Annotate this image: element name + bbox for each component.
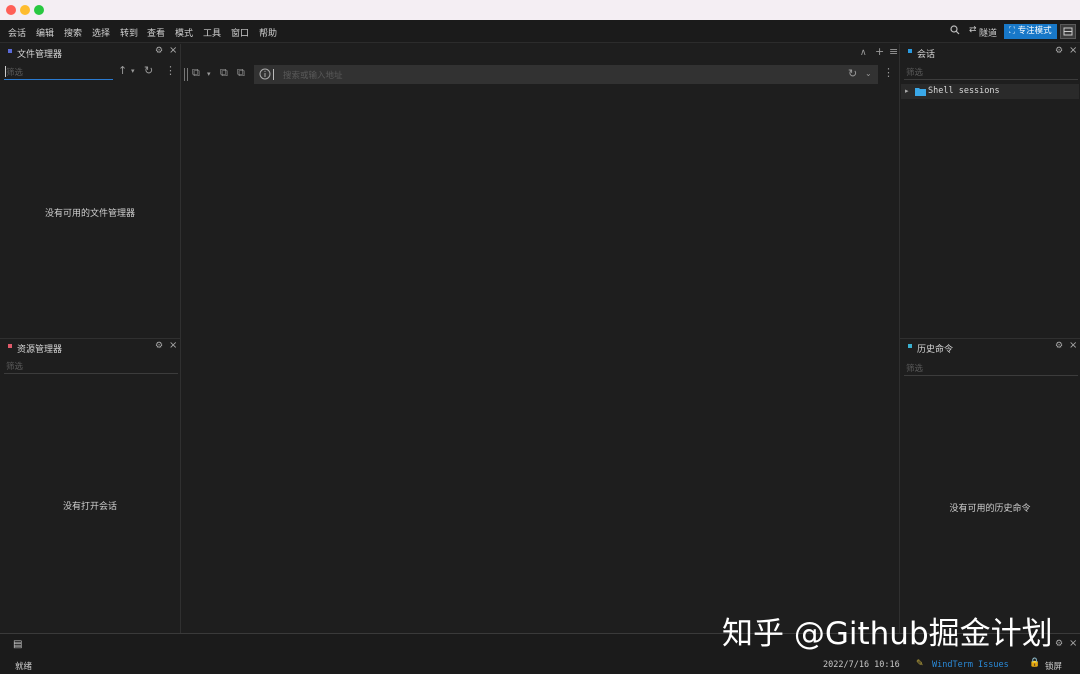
resource-manager-panel: 资源管理器 ⚙ × 筛选 没有打开会话 [0,339,180,633]
file-filter-input[interactable]: 筛选 [6,66,23,78]
tree-item-shell-sessions[interactable]: ▸ Shell sessions [901,84,1079,99]
panel-marker-icon [8,344,12,348]
close-icon[interactable]: × [169,340,177,351]
gear-icon[interactable]: ⚙ [1055,639,1063,649]
focus-mode-button[interactable]: ⛶ 专注模式 [1004,24,1057,39]
file-manager-title: 文件管理器 [17,50,63,60]
drag-handle-icon[interactable] [184,68,188,81]
resource-manager-empty-text: 没有打开会话 [62,502,117,512]
close-window-button[interactable] [6,5,16,15]
menu-window[interactable]: 窗口 [231,26,249,39]
tree-item-label: Shell sessions [928,86,1000,96]
layout-icon [1063,27,1073,36]
duplicate-icon[interactable]: ⧉ [237,67,245,79]
issues-icon: ✎ [916,659,924,669]
history-panel: 历史命令 ⚙ × 筛选 没有可用的历史命令 [900,339,1080,633]
chevron-down-icon[interactable]: ▾ [207,68,211,80]
history-filter-input[interactable]: 筛选 [906,362,923,374]
text-cursor [273,69,274,80]
zoom-window-button[interactable] [34,5,44,15]
tabs-menu-icon[interactable]: ≡ [889,46,898,58]
lock-screen-button[interactable]: 锁屏 [1045,660,1062,672]
folder-icon [915,87,926,99]
history-title: 历史命令 [917,345,954,355]
issues-link[interactable]: WindTerm Issues [932,660,1009,670]
gear-icon[interactable]: ⚙ [155,46,163,56]
menu-tools[interactable]: 工具 [203,26,221,39]
more-icon[interactable]: ⋮ [165,65,176,77]
focus-mode-label: 专注模式 [1017,26,1052,36]
panel-marker-icon [8,49,12,53]
menu-session[interactable]: 会话 [8,26,26,39]
more-icon[interactable]: ⋮ [883,67,894,79]
close-icon[interactable]: × [1069,638,1077,649]
filter-underline [4,79,113,80]
menu-mode[interactable]: 模式 [175,26,193,39]
focus-icon: ⛶ [1009,26,1018,36]
panel-marker-icon [908,344,912,348]
gear-icon[interactable]: ⚙ [1055,46,1063,56]
refresh-icon[interactable]: ↻ [144,65,153,77]
close-icon[interactable]: × [1069,340,1077,351]
title-bar [0,0,1080,20]
status-ready: 就绪 [15,662,33,672]
menu-goto[interactable]: 转到 [120,26,138,39]
minimize-window-button[interactable] [20,5,30,15]
filter-underline [4,373,178,374]
chevron-down-icon[interactable]: ⌄ [865,68,872,80]
up-arrow-icon[interactable]: ↑ [118,65,127,77]
tunnel-button[interactable]: 隧道 [979,26,997,39]
watermark: 知乎 @Github掘金计划 [722,616,1053,652]
status-datetime: 2022/7/16 10:16 [823,660,900,670]
address-input[interactable]: 搜索或输入地址 [283,69,343,81]
menu-select[interactable]: 选择 [92,26,110,39]
collapse-icon[interactable]: ∧ [860,47,867,59]
menu-bar: 会话 编辑 搜索 选择 转到 查看 模式 工具 窗口 帮助 ⇄ 隧道 ⛶ 专注模… [0,20,1080,43]
gear-icon[interactable]: ⚙ [155,341,163,351]
resource-filter-input[interactable]: 筛选 [6,360,23,372]
menu-edit[interactable]: 编辑 [36,26,54,39]
panel-marker-icon [908,49,912,53]
menu-help[interactable]: 帮助 [259,26,277,39]
layout-toggle-button[interactable] [1060,24,1076,39]
filter-underline [904,375,1078,376]
address-bar[interactable]: 搜索或输入地址 ↻ ⌄ [254,65,878,84]
output-icon[interactable]: ▤ [13,639,22,650]
terminal-area: ∧ + ≡ ⧉ ▾ ⧉ ⧉ ⋮ [181,44,899,633]
file-manager-panel: 文件管理器 ⚙ × 筛选 ↑ ▾ ↻ ⋮ 没有可用的文件管理器 [0,44,180,338]
add-tab-icon[interactable]: + [875,46,884,58]
new-window-icon[interactable]: ⧉ [220,67,228,79]
history-empty-text: 没有可用的历史命令 [949,504,1031,514]
close-icon[interactable]: × [169,45,177,56]
chevron-down-icon[interactable]: ▾ [131,65,135,77]
new-session-icon[interactable]: ⧉ [192,67,200,79]
tunnel-icon[interactable]: ⇄ [969,25,977,35]
file-manager-empty-text: 没有可用的文件管理器 [44,209,135,219]
session-filter-input[interactable]: 筛选 [906,66,923,78]
close-icon[interactable]: × [1069,45,1077,56]
menu-view[interactable]: 查看 [147,26,165,39]
info-icon[interactable] [259,68,271,83]
resource-manager-title: 资源管理器 [17,345,63,355]
reload-icon[interactable]: ↻ [848,68,857,80]
chevron-right-icon[interactable]: ▸ [905,87,909,95]
lock-icon[interactable]: 🔒 [1029,658,1040,668]
gear-icon[interactable]: ⚙ [1055,341,1063,351]
menu-search[interactable]: 搜索 [64,26,82,39]
text-cursor [5,66,6,77]
filter-underline [904,79,1078,80]
sessions-title: 会话 [917,50,936,60]
search-icon[interactable] [950,25,960,38]
